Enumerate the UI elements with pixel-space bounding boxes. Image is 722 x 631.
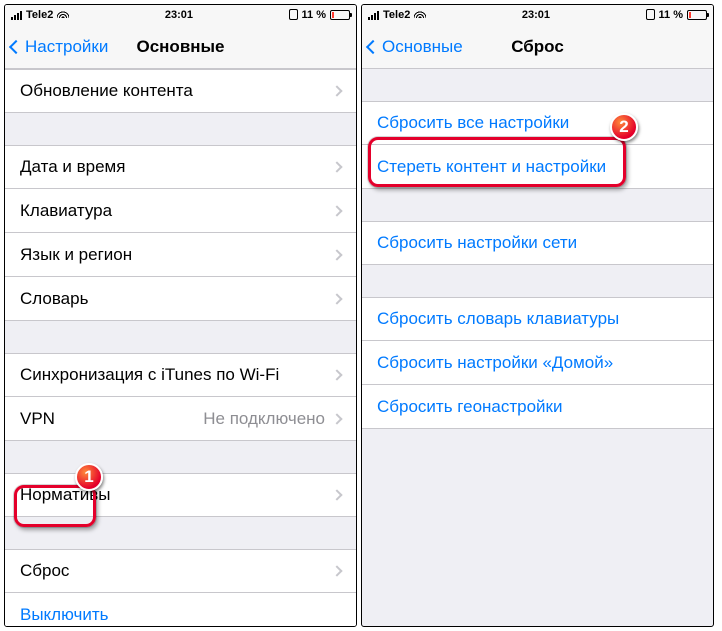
row-reset-all-settings[interactable]: Сбросить все настройки — [362, 101, 713, 145]
chevron-right-icon — [331, 565, 342, 576]
chevron-right-icon — [331, 293, 342, 304]
chevron-right-icon — [331, 413, 342, 424]
row-dictionary[interactable]: Словарь — [5, 277, 356, 321]
back-label: Основные — [382, 37, 463, 57]
row-itunes-wifi[interactable]: Синхронизация с iTunes по Wi-Fi — [5, 353, 356, 397]
row-date-time[interactable]: Дата и время — [5, 145, 356, 189]
row-reset-location[interactable]: Сбросить геонастройки — [362, 385, 713, 429]
back-label: Настройки — [25, 37, 108, 57]
screenshot-general: Tele2 23:01 11 % Настройки Основные Обно… — [4, 4, 357, 627]
row-reset-home[interactable]: Сбросить настройки «Домой» — [362, 341, 713, 385]
chevron-right-icon — [331, 205, 342, 216]
lock-icon — [646, 8, 655, 22]
nav-bar: Настройки Основные — [5, 25, 356, 69]
lock-icon — [289, 8, 298, 22]
chevron-right-icon — [331, 489, 342, 500]
chevron-right-icon — [331, 85, 342, 96]
row-language-region[interactable]: Язык и регион — [5, 233, 356, 277]
wifi-icon — [57, 9, 69, 21]
vpn-status: Не подключено — [203, 409, 325, 429]
battery-icon — [687, 10, 707, 20]
row-vpn[interactable]: VPN Не подключено — [5, 397, 356, 441]
back-button[interactable]: Настройки — [5, 37, 108, 57]
clock: 23:01 — [165, 9, 193, 21]
chevron-right-icon — [331, 249, 342, 260]
back-button[interactable]: Основные — [362, 37, 463, 57]
screenshot-reset: Tele2 23:01 11 % Основные Сброс Сбросить… — [361, 4, 714, 627]
status-bar: Tele2 23:01 11 % — [5, 5, 356, 25]
reset-list: Сбросить все настройки Стереть контент и… — [362, 101, 713, 429]
row-reset-keyboard-dict[interactable]: Сбросить словарь клавиатуры — [362, 297, 713, 341]
row-keyboard[interactable]: Клавиатура — [5, 189, 356, 233]
signal-icon — [368, 10, 379, 20]
wifi-icon — [414, 9, 426, 21]
nav-bar: Основные Сброс — [362, 25, 713, 69]
row-content-update[interactable]: Обновление контента — [5, 69, 356, 113]
battery-icon — [330, 10, 350, 20]
row-norms[interactable]: Нормативы — [5, 473, 356, 517]
battery-text: 11 % — [659, 9, 683, 21]
signal-icon — [11, 10, 22, 20]
chevron-right-icon — [331, 369, 342, 380]
chevron-left-icon — [366, 39, 380, 53]
row-reset-network[interactable]: Сбросить настройки сети — [362, 221, 713, 265]
row-reset[interactable]: Сброс — [5, 549, 356, 593]
row-shutdown[interactable]: Выключить — [5, 593, 356, 627]
chevron-left-icon — [9, 39, 23, 53]
clock: 23:01 — [522, 9, 550, 21]
settings-list: Обновление контента Дата и время Клавиат… — [5, 69, 356, 627]
status-bar: Tele2 23:01 11 % — [362, 5, 713, 25]
chevron-right-icon — [331, 161, 342, 172]
carrier-label: Tele2 — [383, 9, 410, 21]
carrier-label: Tele2 — [26, 9, 53, 21]
row-erase-all-content[interactable]: Стереть контент и настройки — [362, 145, 713, 189]
battery-text: 11 % — [302, 9, 326, 21]
